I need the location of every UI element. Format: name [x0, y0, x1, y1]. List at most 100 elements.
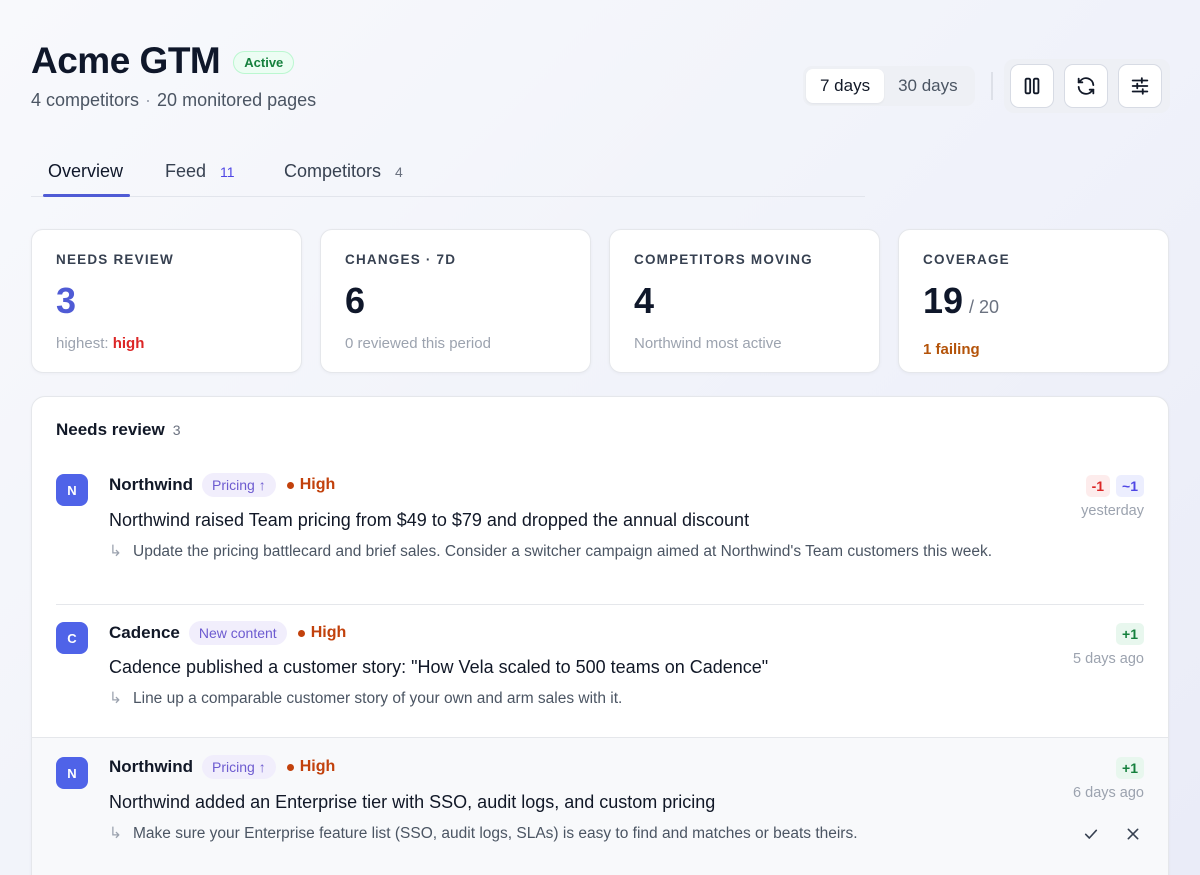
item-recommendation: ↳ Update the pricing battlecard and brief…: [109, 540, 999, 563]
severity-label: High: [297, 624, 347, 642]
reply-arrow-icon: ↳: [109, 543, 122, 560]
stat-note: 1 failing: [923, 341, 980, 358]
toolbar-divider: [991, 72, 993, 100]
severity-text: High: [299, 758, 336, 775]
item-meta: -1 ~1 yesterday: [1081, 475, 1144, 519]
competitor-name: Northwind: [109, 757, 194, 776]
change-tag: New content: [188, 621, 287, 645]
tab-bar: Overview Feed 11 Competitors 4: [31, 155, 865, 197]
tab-competitors[interactable]: Competitors 4: [284, 161, 403, 182]
page-title: Acme GTM: [31, 40, 221, 81]
subtitle-separator: ·: [145, 90, 152, 110]
coverage-total: / 20: [969, 297, 1000, 317]
tab-overview-label: Overview: [48, 161, 124, 181]
stat-card-competitors-moving[interactable]: COMPETITORS MOVING 4 Northwind most acti…: [609, 229, 880, 373]
dismiss-button[interactable]: [1122, 823, 1144, 845]
item-header: Northwind Pricing ↑ High: [109, 473, 335, 497]
columns-button[interactable]: [1010, 64, 1054, 108]
stat-value: 4: [634, 280, 655, 321]
item-meta: +1 6 days ago: [1073, 757, 1144, 801]
range-option-30-days[interactable]: 30 days: [884, 69, 972, 103]
tab-overview[interactable]: Overview: [48, 161, 123, 182]
tab-competitors-label: Competitors: [284, 161, 382, 181]
item-timestamp: 6 days ago: [1073, 785, 1144, 801]
delta-badge: +1: [1116, 623, 1144, 645]
recommendation-text: Update the pricing battlecard and brief …: [133, 543, 993, 560]
status-badge: Active: [233, 50, 295, 74]
stat-label: CHANGES · 7D: [345, 252, 457, 267]
tab-competitors-count: 4: [395, 164, 403, 180]
active-tab-indicator: [43, 194, 130, 197]
review-item[interactable]: C Cadence New content High Cadence publi…: [32, 605, 1168, 737]
sliders-icon: [1131, 77, 1149, 95]
stat-label: COMPETITORS MOVING: [634, 252, 813, 267]
stat-label: COVERAGE: [923, 252, 1010, 267]
page-header: Acme GTM Active 4 competitors · 20 monitor…: [31, 40, 316, 111]
delta-group: +1: [1073, 623, 1144, 645]
stat-note: highest: high: [56, 335, 277, 352]
tab-feed-count: 11: [220, 164, 235, 180]
severity-label: High: [286, 476, 336, 494]
recommendation-text: Make sure your Enterprise feature list (…: [133, 825, 858, 842]
delta-group: +1: [1073, 757, 1144, 779]
delta-badge: -1: [1085, 475, 1111, 497]
needs-review-panel: Needs review 3 N Northwind Pricing ↑ High…: [31, 396, 1169, 875]
refresh-icon: [1077, 77, 1095, 95]
item-headline: Northwind raised Team pricing from $49 t…: [109, 510, 750, 530]
item-recommendation: ↳ Make sure your Enterprise feature list …: [109, 822, 999, 845]
stat-value: 3: [56, 280, 77, 321]
panel-title-label: Needs review: [56, 420, 165, 439]
reply-arrow-icon: ↳: [109, 825, 122, 842]
pages-count-text: 20 monitored pages: [157, 90, 317, 110]
severity-dot-icon: [286, 763, 294, 771]
refresh-button[interactable]: [1064, 64, 1108, 108]
date-range-toggle: 7 days 30 days: [803, 66, 975, 106]
stat-value: 19/ 20: [923, 281, 1144, 327]
page-subtitle: 4 competitors · 20 monitored pages: [31, 90, 316, 111]
recommendation-text: Line up a comparable customer story of y…: [133, 690, 623, 707]
check-icon: [1084, 829, 1098, 839]
stat-label: NEEDS REVIEW: [56, 252, 174, 267]
item-headline: Cadence published a customer story: "How…: [109, 657, 769, 677]
item-meta: +1 5 days ago: [1073, 623, 1144, 667]
competitors-count-text: 4 competitors: [31, 90, 140, 110]
item-recommendation: ↳ Line up a comparable customer story of …: [109, 687, 999, 710]
change-tag: Pricing ↑: [202, 755, 276, 779]
stat-card-changes[interactable]: CHANGES · 7D 6 0 reviewed this period: [320, 229, 591, 373]
item-timestamp: 5 days ago: [1073, 651, 1144, 667]
review-item[interactable]: N Northwind Pricing ↑ High Northwind add…: [32, 737, 1168, 875]
stat-card-coverage[interactable]: COVERAGE 19/ 20 1 failing: [898, 229, 1169, 373]
competitor-name: Northwind: [109, 475, 194, 494]
filters-button[interactable]: [1118, 64, 1162, 108]
competitor-name: Cadence: [109, 623, 180, 642]
panel-count: 3: [172, 422, 181, 438]
change-tag: Pricing ↑: [202, 473, 276, 497]
severity-text: High: [299, 476, 336, 493]
stat-note: Northwind most active: [634, 335, 782, 352]
severity-dot-icon: [297, 629, 305, 637]
item-timestamp: yesterday: [1081, 503, 1144, 519]
approve-button[interactable]: [1080, 823, 1102, 845]
item-header: Northwind Pricing ↑ High: [109, 755, 335, 779]
avatar: N: [56, 474, 88, 506]
severity-text: High: [310, 624, 347, 641]
coverage-value: 19: [923, 280, 964, 321]
delta-group: -1 ~1: [1081, 475, 1144, 497]
tab-feed[interactable]: Feed 11: [165, 161, 235, 182]
stat-note-prefix: highest:: [56, 335, 113, 352]
severity-label: High: [286, 758, 336, 776]
delta-badge: +1: [1116, 757, 1144, 779]
stat-card-needs-review[interactable]: NEEDS REVIEW 3 highest: high: [31, 229, 302, 373]
avatar: C: [56, 622, 88, 654]
reply-arrow-icon: ↳: [109, 690, 122, 707]
item-header: Cadence New content High: [109, 621, 346, 645]
range-option-7-days[interactable]: 7 days: [806, 69, 885, 103]
review-item[interactable]: N Northwind Pricing ↑ High Northwind rai…: [32, 457, 1168, 605]
close-icon: [1127, 828, 1139, 840]
tab-feed-label: Feed: [165, 161, 207, 181]
delta-badge: ~1: [1116, 475, 1144, 497]
panel-title: Needs review 3: [56, 420, 180, 440]
severity-dot-icon: [286, 481, 294, 489]
item-actions: [1080, 823, 1144, 845]
stat-note: 0 reviewed this period: [345, 335, 491, 352]
